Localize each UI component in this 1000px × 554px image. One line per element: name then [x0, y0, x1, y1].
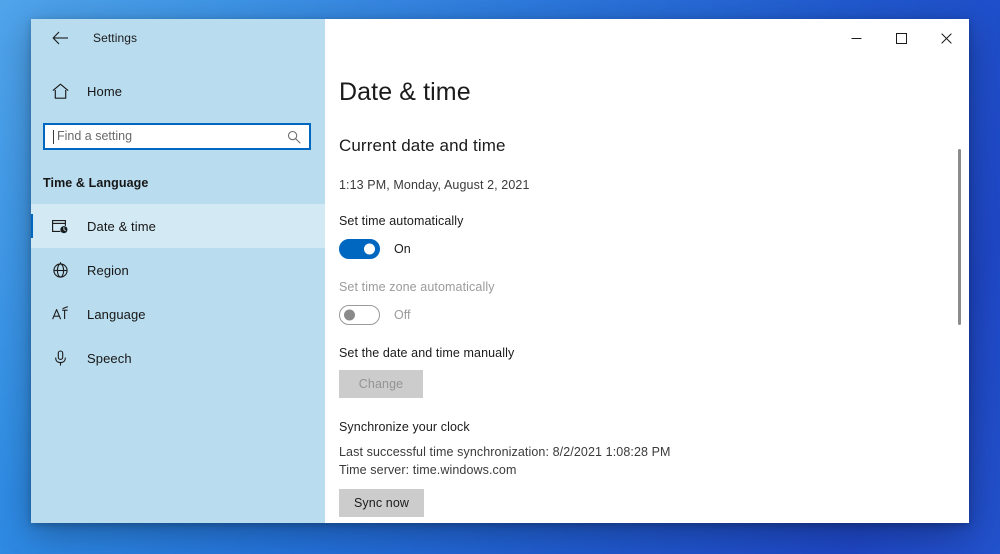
window-titlebar: Settings — [31, 19, 969, 57]
maximize-icon — [896, 32, 907, 44]
synchronize-clock-heading: Synchronize your clock — [339, 419, 470, 434]
maximize-button[interactable] — [879, 19, 924, 57]
home-icon — [43, 82, 77, 101]
calendar-clock-icon — [43, 217, 77, 236]
set-timezone-automatically-row: Off — [339, 304, 969, 325]
sidebar-item-region[interactable]: Region — [31, 248, 325, 292]
back-arrow-icon — [51, 31, 69, 45]
sync-now-button[interactable]: Sync now — [339, 488, 424, 517]
last-sync-text: Last successful time synchronization: 8/… — [339, 444, 671, 459]
set-timezone-automatically-toggle[interactable] — [339, 304, 380, 325]
close-button[interactable] — [924, 19, 969, 57]
search-box[interactable]: Find a setting — [43, 123, 311, 150]
synchronize-clock-group: Synchronize your clock Last successful t… — [339, 420, 969, 517]
sidebar-item-label-region: Region — [87, 262, 129, 278]
language-icon — [43, 305, 77, 324]
globe-icon — [43, 261, 77, 280]
set-manually-label: Set the date and time manually — [339, 345, 515, 360]
set-manually-group: Set the date and time manually Change — [339, 346, 969, 398]
set-timezone-automatically-label: Set time zone automatically — [339, 279, 495, 294]
titlebar-right-region — [325, 19, 969, 57]
sidebar-nav-list: Date & time Region Language Speech — [31, 204, 325, 380]
set-time-automatically-toggle[interactable] — [339, 238, 380, 259]
search-caret — [53, 129, 54, 144]
back-button[interactable] — [43, 23, 77, 53]
sidebar-item-speech[interactable]: Speech — [31, 336, 325, 380]
sidebar-item-date-time[interactable]: Date & time — [31, 204, 325, 248]
sidebar-item-label-language: Language — [87, 306, 146, 322]
current-date-time-heading: Current date and time — [339, 135, 506, 155]
titlebar-left-region: Settings — [31, 19, 325, 57]
set-time-automatically-label: Set time automatically — [339, 213, 464, 228]
search-icon[interactable] — [285, 130, 303, 144]
set-timezone-automatically-state: Off — [394, 307, 411, 322]
content-scrollbar-thumb[interactable] — [958, 149, 961, 325]
set-time-automatically-state: On — [394, 241, 411, 256]
sidebar-group-title: Time & Language — [43, 176, 149, 190]
sidebar-item-label-date-time: Date & time — [87, 218, 157, 234]
set-time-automatically-group: Set time automatically On — [339, 214, 969, 259]
sidebar-item-label-home: Home — [87, 83, 123, 99]
minimize-button[interactable] — [834, 19, 879, 57]
content-scrollbar[interactable] — [954, 57, 964, 523]
page-title: Date & time — [339, 78, 471, 106]
toggle-knob — [344, 309, 355, 320]
minimize-icon — [851, 33, 862, 44]
time-server-text: Time server: time.windows.com — [339, 462, 517, 477]
set-time-automatically-row: On — [339, 238, 969, 259]
close-icon — [941, 32, 952, 44]
main-content: Date & time Current date and time 1:13 P… — [325, 57, 969, 523]
content-inner: Date & time Current date and time 1:13 P… — [325, 78, 969, 523]
sidebar-item-home[interactable]: Home — [31, 71, 325, 111]
search-input[interactable]: Find a setting — [57, 130, 285, 143]
current-date-time-value: 1:13 PM, Monday, August 2, 2021 — [339, 177, 530, 192]
settings-window: Settings Home Find a setting Time & Lang… — [31, 19, 969, 523]
sidebar-item-language[interactable]: Language — [31, 292, 325, 336]
set-timezone-automatically-group: Set time zone automatically Off — [339, 280, 969, 325]
toggle-knob — [364, 243, 375, 254]
sidebar: Home Find a setting Time & Language Date… — [31, 57, 325, 523]
microphone-icon — [43, 349, 77, 368]
sidebar-item-label-speech: Speech — [87, 350, 132, 366]
change-button[interactable]: Change — [339, 369, 423, 398]
window-body: Home Find a setting Time & Language Date… — [31, 57, 969, 523]
window-title: Settings — [93, 31, 138, 45]
